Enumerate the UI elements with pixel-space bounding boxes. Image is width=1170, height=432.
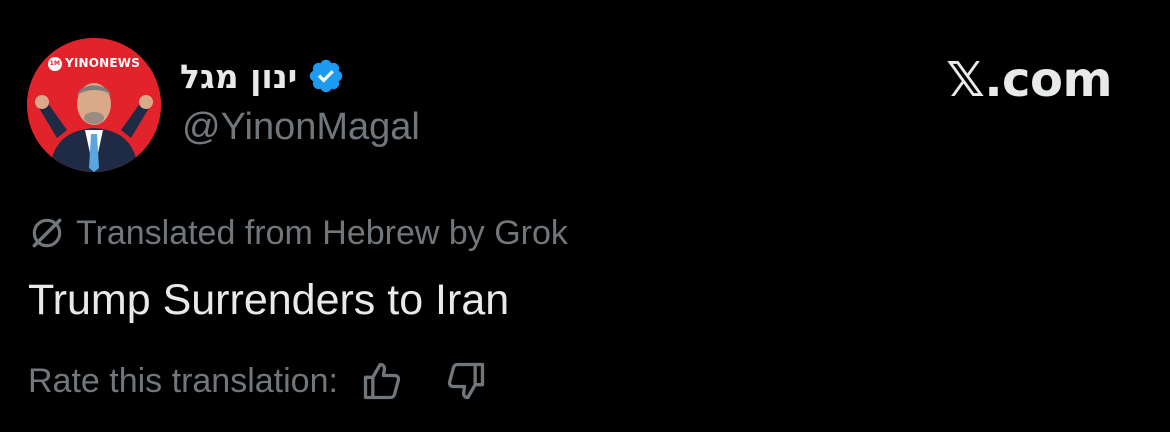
author-display-name[interactable]: ינון מגל [180,57,297,96]
author-name-row: ינון מגל [180,52,345,100]
rate-translation-row: Rate this translation: [28,359,488,403]
thumbs-up-icon[interactable] [360,359,404,403]
avatar[interactable]: 1M YINONEWS [27,38,161,172]
site-logo[interactable]: 𝕏.com [946,52,1112,108]
translation-notice: Translated from Hebrew by Grok [28,211,568,255]
post-card: 1M YINONEWS ינון מגל @YinonMagal 𝕏.com Tr… [0,0,1170,432]
author-handle[interactable]: @YinonMagal [182,106,420,149]
grok-icon [32,218,62,248]
verified-badge-icon[interactable] [307,57,345,95]
rate-translation-label: Rate this translation: [28,361,338,400]
thumbs-down-icon[interactable] [444,359,488,403]
avatar-brand: 1M YINONEWS [27,56,161,71]
post-text: Trump Surrenders to Iran [28,276,510,324]
translation-notice-text: Translated from Hebrew by Grok [76,213,568,252]
avatar-badge: 1M [47,56,62,71]
avatar-brand-label: YINONEWS [64,56,141,70]
